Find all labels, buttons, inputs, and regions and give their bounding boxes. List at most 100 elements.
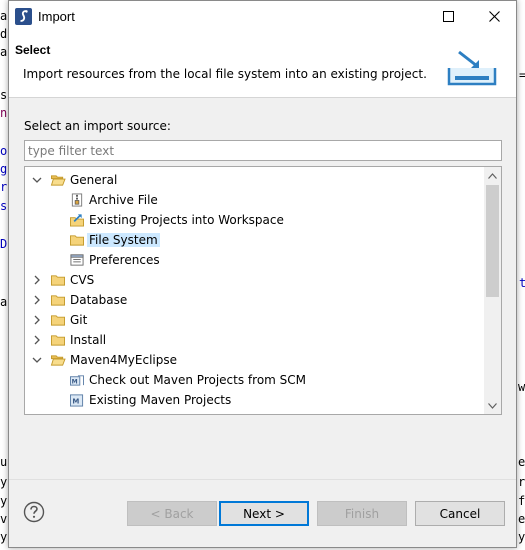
import-source-label-text: Select an import source: <box>24 119 171 133</box>
next-button[interactable]: Next > <box>219 501 309 526</box>
folder-icon <box>51 295 65 306</box>
tree-item[interactable]: Archive File <box>25 190 485 210</box>
scroll-down-button[interactable] <box>484 397 501 414</box>
close-icon <box>488 11 500 22</box>
scroll-up-button[interactable] <box>484 167 501 184</box>
import-dialog: Import Select Import resources from the … <box>8 0 517 548</box>
tree-item-label: File System <box>87 233 160 247</box>
tree-vertical-scrollbar[interactable] <box>484 167 501 414</box>
background-code-fragment: D <box>0 237 8 251</box>
background-code-fragment: y <box>518 530 525 544</box>
tree-item-label: Preferences <box>89 253 160 267</box>
page-title: Select <box>15 43 51 57</box>
footer-separator <box>9 479 516 480</box>
background-code-fragment: f <box>518 494 525 508</box>
maven-projects-icon: M <box>70 394 84 407</box>
background-code-fragment: a <box>0 9 8 23</box>
tree-item-label: Existing Projects into Workspace <box>89 213 284 227</box>
tree-item[interactable]: Install or deploy an artifact to a Maven… <box>25 410 485 414</box>
folder-icon <box>70 235 84 246</box>
next-button-label: Next > <box>243 506 285 521</box>
wizard-header: Select Import resources from the local f… <box>9 32 516 98</box>
background-code-fragment: y <box>0 530 8 544</box>
svg-text:M: M <box>72 379 78 386</box>
background-code-fragment: u <box>0 455 8 469</box>
finish-button[interactable]: Finish <box>317 501 407 526</box>
background-code-fragment: s <box>0 199 8 213</box>
maximize-icon <box>442 11 454 22</box>
background-code-fragment: v <box>0 512 8 526</box>
tree-item[interactable]: M Existing Maven Projects <box>25 390 485 410</box>
tree-item[interactable]: M Check out Maven Projects from SCM <box>25 370 485 390</box>
tree-item[interactable]: File System <box>25 230 485 250</box>
myeclipse-app-icon <box>15 8 32 25</box>
tree-item-label: General <box>70 173 118 187</box>
tree-item[interactable]: Install <box>25 330 485 350</box>
background-code-fragment: a <box>0 295 8 309</box>
tree-item-label: Check out Maven Projects from SCM <box>89 373 307 387</box>
filter-input[interactable] <box>24 140 502 161</box>
help-icon[interactable] <box>23 501 45 523</box>
title-bar[interactable]: Import <box>9 1 516 32</box>
finish-button-label: Finish <box>344 506 380 521</box>
tree-item-label: Existing Maven Projects <box>89 393 232 407</box>
scroll-thumb[interactable] <box>486 185 499 297</box>
cancel-button-label: Cancel <box>439 506 481 521</box>
tree-item-label: Install <box>70 333 107 347</box>
back-button[interactable]: < Back <box>127 501 217 526</box>
chevron-down-icon <box>488 402 497 409</box>
background-code-fragment: r <box>518 475 525 489</box>
background-code-fragment: e <box>518 512 525 526</box>
import-source-tree[interactable]: General Archive File Existing Projects int… <box>24 166 502 415</box>
tree-item[interactable]: Existing Projects into Workspace <box>25 210 485 230</box>
tree-item-label: Git <box>70 313 88 327</box>
tree-item-label: Archive File <box>89 193 158 207</box>
import-wizard-banner-icon <box>447 50 497 86</box>
background-code-fragment: n <box>0 106 8 120</box>
chevron-right-icon[interactable] <box>32 275 42 285</box>
chevron-right-icon[interactable] <box>32 315 42 325</box>
background-code-fragment: d <box>0 27 8 41</box>
tree-item-label: Maven4MyEclipse <box>70 353 177 367</box>
window-title: Import <box>38 9 75 24</box>
tree-item[interactable]: Database <box>25 290 485 310</box>
chevron-right-icon[interactable] <box>32 335 42 345</box>
tree-item[interactable]: Maven4MyEclipse <box>25 350 485 370</box>
maximize-button[interactable] <box>425 1 471 32</box>
background-code-fragment: w <box>518 380 525 394</box>
folder-open-icon <box>50 355 66 366</box>
archive-file-icon <box>71 193 83 207</box>
tree-item-label: CVS <box>70 273 95 287</box>
preferences-icon <box>70 254 84 266</box>
background-code-fragment: = <box>519 68 525 82</box>
background-code-fragment: g <box>0 162 8 176</box>
background-code-fragment: y <box>0 494 8 508</box>
tree-item[interactable]: Preferences <box>25 250 485 270</box>
existing-projects-icon <box>70 214 84 227</box>
maven-checkout-icon: M <box>69 375 84 386</box>
background-code-fragment: s <box>0 88 8 102</box>
svg-text:M: M <box>72 398 79 406</box>
close-button[interactable] <box>471 1 517 32</box>
folder-icon <box>51 275 65 286</box>
folder-icon <box>51 335 65 346</box>
cancel-button[interactable]: Cancel <box>415 501 505 526</box>
chevron-right-icon[interactable] <box>32 295 42 305</box>
back-button-label: < Back <box>150 506 194 521</box>
tree-item[interactable]: CVS <box>25 270 485 290</box>
folder-icon <box>51 315 65 326</box>
tree-item[interactable]: Git <box>25 310 485 330</box>
background-code-fragment: y <box>0 475 8 489</box>
page-description: Import resources from the local file sys… <box>23 67 427 81</box>
chevron-up-icon <box>488 172 497 179</box>
folder-open-icon <box>50 175 66 186</box>
chevron-down-icon[interactable] <box>32 355 42 365</box>
background-code-fragment: o <box>0 144 8 158</box>
chevron-down-icon[interactable] <box>32 175 42 185</box>
background-code-fragment: a <box>0 45 8 59</box>
background-code-fragment: e <box>518 455 525 469</box>
tree-item-label: Database <box>70 293 128 307</box>
background-code-fragment: r <box>0 180 8 194</box>
tree-item-label: Install or deploy an artifact to a Maven… <box>87 413 391 414</box>
tree-item[interactable]: General <box>25 170 485 190</box>
